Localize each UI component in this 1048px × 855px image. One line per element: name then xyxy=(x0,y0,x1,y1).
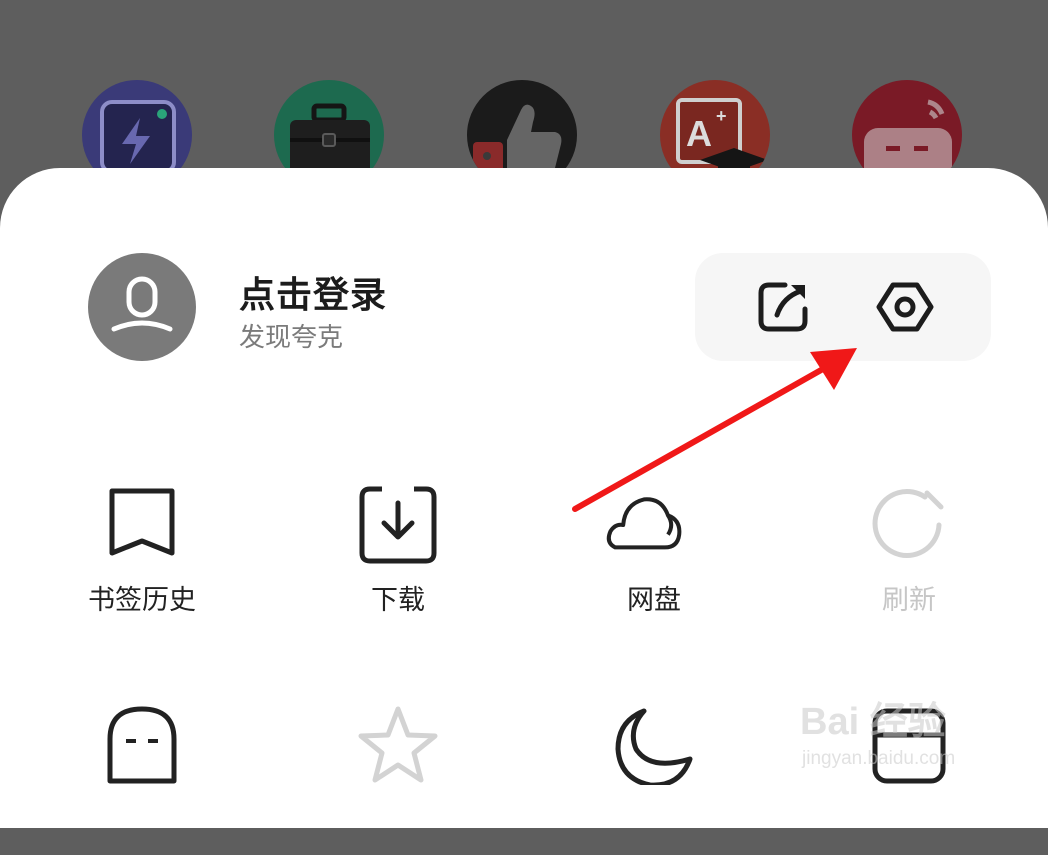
cloud-drive-label: 网盘 xyxy=(627,585,681,616)
download-label: 下载 xyxy=(371,585,425,616)
bookmarks-history-item[interactable]: 书签历史 xyxy=(62,485,222,635)
refresh-item[interactable]: 刷新 xyxy=(829,485,989,635)
cloud-drive-item[interactable]: 网盘 xyxy=(574,485,734,635)
window-icon xyxy=(872,708,946,784)
login-title[interactable]: 点击登录 xyxy=(239,266,387,318)
bookmarks-history-label: 书签历史 xyxy=(88,585,196,616)
refresh-label: 刷新 xyxy=(882,585,936,616)
cloud-icon xyxy=(606,497,682,550)
quick-action-panel xyxy=(695,253,991,361)
download-item[interactable]: 下载 xyxy=(318,485,478,635)
menu-sheet: 点击登录 发现夸克 书签历史 下载 网盘 刷新 xyxy=(0,168,1048,828)
moon-icon xyxy=(615,708,693,785)
bookmark-icon xyxy=(109,488,175,556)
refresh-icon xyxy=(872,488,944,558)
share-export-icon xyxy=(758,282,808,332)
night-mode-item[interactable] xyxy=(574,705,734,855)
star-icon xyxy=(358,706,438,783)
settings-button[interactable] xyxy=(875,277,935,337)
settings-hex-icon xyxy=(876,282,934,332)
svg-text:A: A xyxy=(686,113,712,154)
share-export-button[interactable] xyxy=(753,277,813,337)
user-icon xyxy=(111,276,173,332)
window-item[interactable] xyxy=(829,705,989,855)
svg-text:+: + xyxy=(716,106,727,126)
incognito-item[interactable] xyxy=(62,705,222,855)
login-subtitle: 发现夸克 xyxy=(239,323,344,353)
favorite-item[interactable] xyxy=(318,705,478,855)
avatar[interactable] xyxy=(88,253,196,361)
download-icon xyxy=(359,486,437,564)
ghost-incognito-icon xyxy=(107,706,177,784)
